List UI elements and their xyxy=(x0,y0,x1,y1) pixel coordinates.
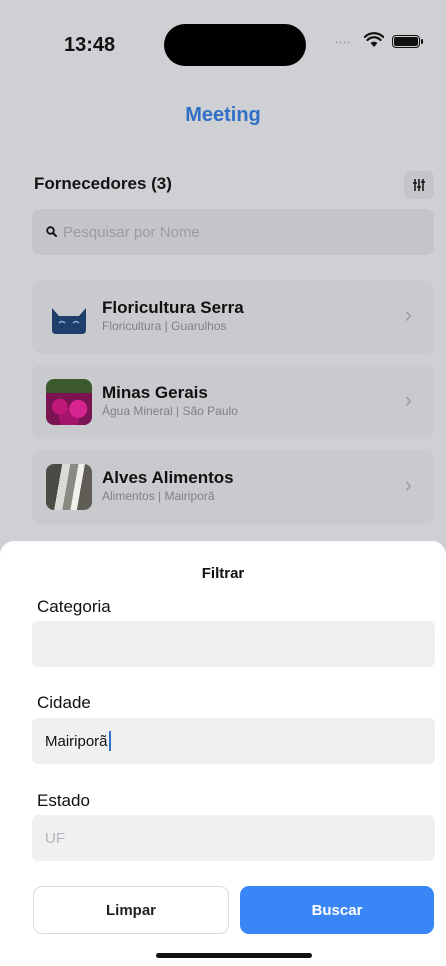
supplier-details: Água Mineral | São Paulo xyxy=(102,404,238,418)
supplier-name: Floricultura Serra xyxy=(102,298,244,317)
text-caret xyxy=(108,731,111,751)
city-input[interactable]: Mairiporã xyxy=(45,731,111,751)
chevron-right-icon: › xyxy=(404,472,412,497)
wifi-icon xyxy=(364,32,384,47)
battery-icon xyxy=(392,35,423,48)
category-label: Categoria xyxy=(37,597,111,616)
dynamic-island xyxy=(164,24,306,66)
state-label: Estado xyxy=(37,791,90,810)
list-item[interactable]: Minas Gerais Água Mineral | São Paulo › xyxy=(32,365,434,439)
chevron-right-icon: › xyxy=(404,302,412,327)
filter-button[interactable] xyxy=(404,171,434,199)
supplier-details: Alimentos | Mairiporã xyxy=(102,489,215,503)
search-input[interactable] xyxy=(63,223,403,241)
search-bar[interactable] xyxy=(32,209,434,255)
supplier-details: Floricultura | Guarulhos xyxy=(102,319,227,333)
list-item[interactable]: Floricultura Serra Floricultura | Guarul… xyxy=(32,280,434,354)
category-field[interactable] xyxy=(32,621,435,667)
chevron-right-icon: › xyxy=(404,387,412,412)
waterfall-photo xyxy=(46,464,92,510)
state-input[interactable] xyxy=(45,829,405,847)
search-icon xyxy=(46,225,57,240)
supplier-name: Minas Gerais xyxy=(102,383,208,402)
signal-dots: .... xyxy=(335,34,352,46)
city-label: Cidade xyxy=(37,693,91,712)
list-item[interactable]: Alves Alimentos Alimentos | Mairiporã › xyxy=(32,450,434,524)
flower-field-photo xyxy=(46,379,92,425)
home-indicator xyxy=(156,953,312,958)
sheet-title: Filtrar xyxy=(201,565,245,582)
status-time: 13:48 xyxy=(64,34,116,56)
page-title: Meeting xyxy=(185,104,261,126)
city-value: Mairiporã xyxy=(45,732,108,750)
sliders-icon xyxy=(413,179,425,191)
state-field[interactable] xyxy=(32,815,435,861)
category-input[interactable] xyxy=(45,635,405,653)
supplier-name: Alves Alimentos xyxy=(102,468,234,487)
suppliers-count-heading: Fornecedores (3) xyxy=(34,174,172,193)
cat-avatar xyxy=(46,294,92,340)
city-field[interactable]: Mairiporã xyxy=(32,718,435,764)
search-button[interactable]: Buscar xyxy=(240,886,434,934)
clear-button[interactable]: Limpar xyxy=(33,886,229,934)
